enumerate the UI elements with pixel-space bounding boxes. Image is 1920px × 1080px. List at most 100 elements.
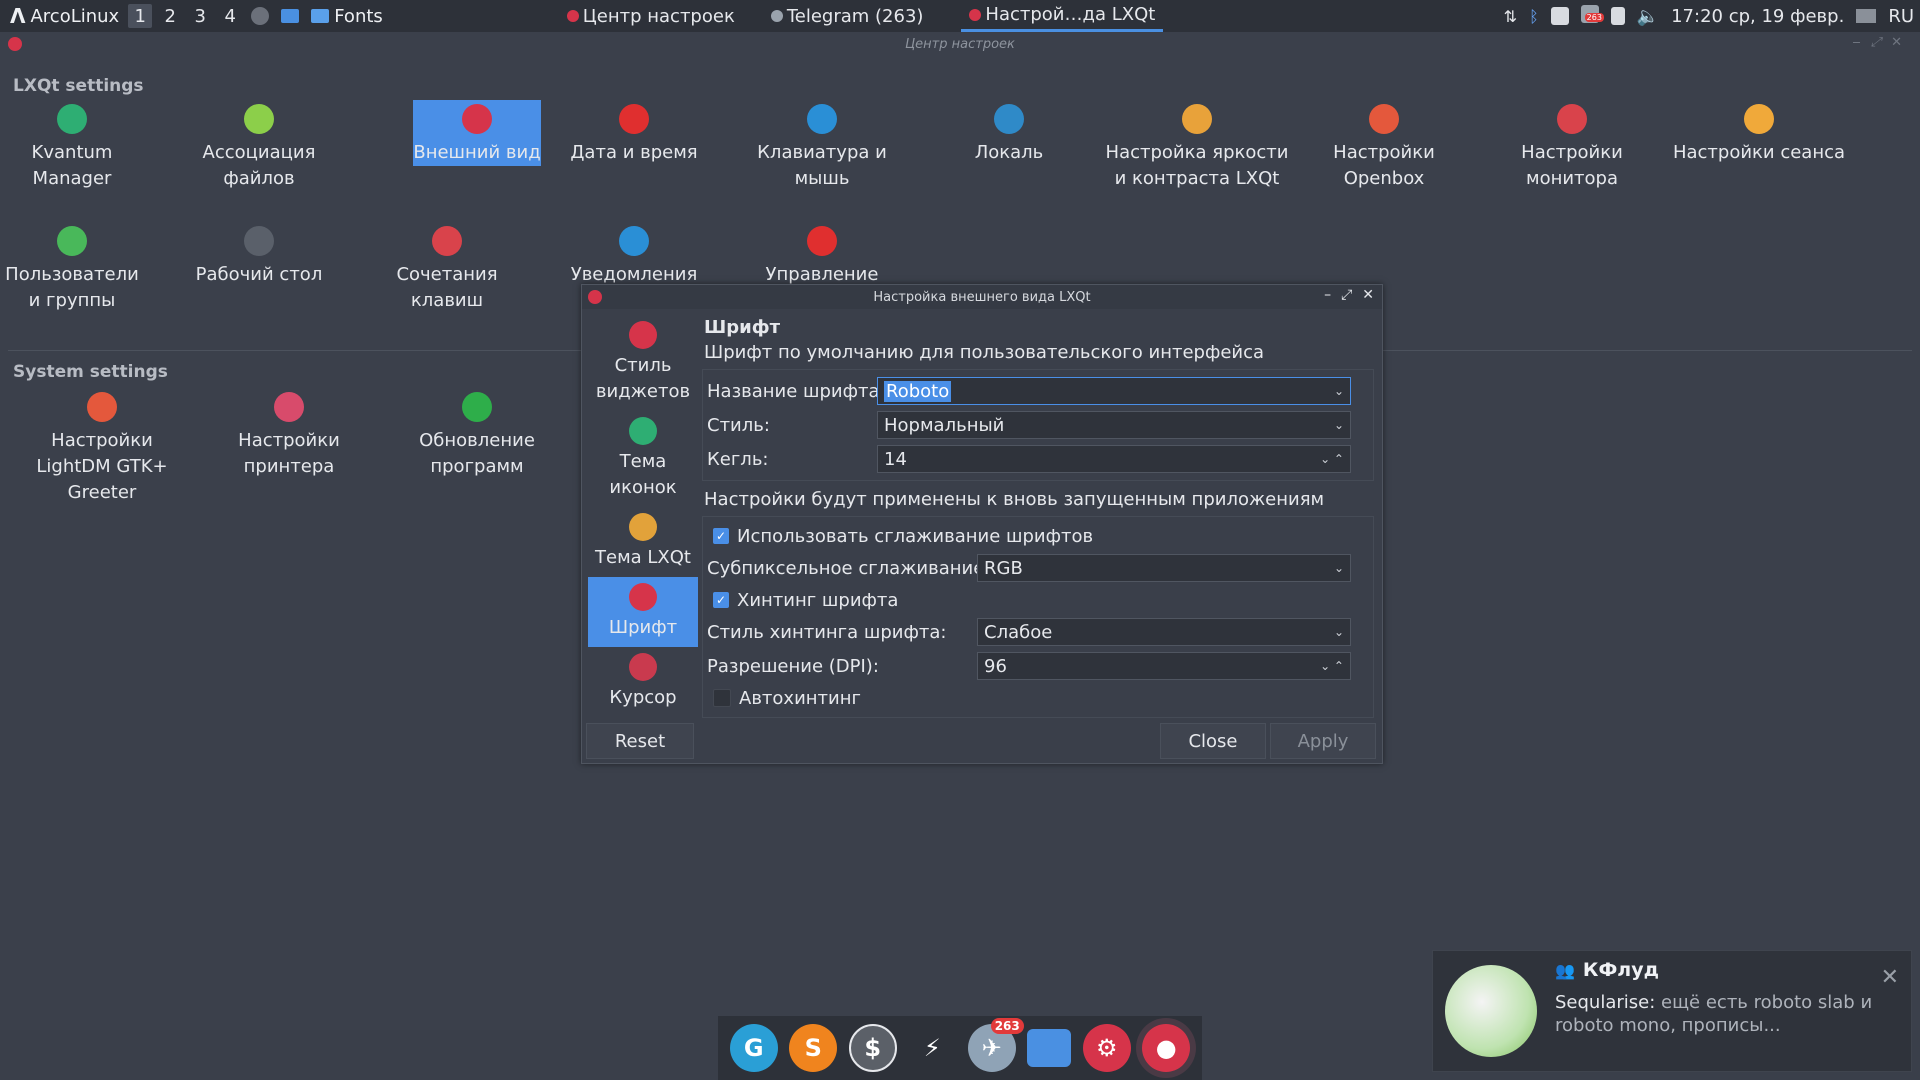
settings-tile[interactable]: Внешний вид bbox=[413, 100, 541, 166]
settings-tile[interactable]: Настройки сеанса bbox=[1664, 100, 1854, 166]
hinting-checkbox[interactable]: ✓ bbox=[713, 592, 729, 608]
sidebar-item-icon bbox=[629, 513, 657, 541]
settings-tile-label: Ассоциация файлов bbox=[202, 142, 316, 189]
size-spinbox[interactable]: 14 ⌄ ⌃ bbox=[877, 445, 1351, 473]
font-settings-panel: Шрифт Шрифт по умолчанию для пользовател… bbox=[702, 315, 1374, 725]
notification-popup[interactable]: 👥 КФлуд Seqularise: ещё есть roboto slab… bbox=[1432, 950, 1912, 1072]
dpi-spinbox[interactable]: 96 ⌄ ⌃ bbox=[977, 652, 1351, 680]
telegram-tray-icon[interactable]: 263 bbox=[1580, 4, 1604, 28]
autohint-checkbox[interactable] bbox=[713, 689, 731, 707]
apply-button[interactable]: Apply bbox=[1270, 723, 1376, 759]
sidebar-item[interactable]: Курсор bbox=[588, 647, 698, 717]
minimize-button[interactable]: – bbox=[1324, 287, 1331, 303]
settings-tile[interactable]: Настройки LightDM GTK+ Greeter bbox=[12, 388, 192, 506]
reset-button[interactable]: Reset bbox=[586, 723, 694, 759]
close-icon[interactable]: ✕ bbox=[1881, 965, 1899, 990]
spin-arrows-icon[interactable]: ⌄ ⌃ bbox=[1320, 659, 1344, 673]
subpixel-combobox[interactable]: RGB ⌄ bbox=[977, 554, 1351, 582]
sublime-launcher-icon[interactable]: S bbox=[789, 1024, 838, 1072]
sidebar-item-label: Шрифт bbox=[608, 617, 678, 638]
sidebar-item[interactable]: Тема иконок bbox=[588, 411, 698, 507]
settings-tile[interactable]: Пользователи и группы bbox=[2, 222, 142, 314]
workspace-1[interactable]: 1 bbox=[128, 4, 153, 28]
settings-tile-label: Настройка яркости и контраста LXQt bbox=[1105, 142, 1289, 189]
settings-tile-icon bbox=[244, 226, 274, 256]
desktop-icon[interactable] bbox=[1856, 9, 1877, 23]
settings-tile[interactable]: Рабочий стол bbox=[189, 222, 329, 288]
clock[interactable]: 17:20 ср, 19 февр. bbox=[1671, 6, 1844, 27]
settings-tile[interactable]: Обновление программ bbox=[407, 388, 547, 480]
settings-launcher-icon[interactable]: ⚙ bbox=[1082, 1024, 1131, 1072]
bluetooth-icon[interactable]: ᛒ bbox=[1529, 7, 1539, 26]
task-label: Telegram (263) bbox=[786, 5, 924, 27]
settings-tile[interactable]: Kvantum Manager bbox=[2, 100, 142, 192]
appearance-launcher-icon[interactable]: ● bbox=[1142, 1024, 1191, 1072]
tray-badge: 263 bbox=[1584, 12, 1604, 22]
spin-arrows-icon[interactable]: ⌄ ⌃ bbox=[1320, 452, 1344, 466]
window-controls[interactable]: ‒⤢✕ bbox=[1852, 35, 1912, 50]
workspace-4[interactable]: 4 bbox=[218, 4, 242, 28]
hint-style-combobox[interactable]: Слабое ⌄ bbox=[977, 618, 1351, 646]
file-manager-launcher[interactable] bbox=[275, 0, 305, 32]
settings-tile[interactable]: Уведомления bbox=[564, 222, 704, 288]
settings-tile[interactable]: Настройки монитора bbox=[1502, 100, 1642, 192]
task-appearance[interactable]: Настрой…да LXQt bbox=[961, 0, 1164, 32]
settings-tile[interactable]: Настройки Openbox bbox=[1314, 100, 1454, 192]
folder-icon bbox=[311, 9, 330, 23]
settings-tile[interactable]: Локаль bbox=[939, 100, 1079, 166]
settings-tile[interactable]: Клавиатура и мышь bbox=[752, 100, 892, 192]
sidebar-item-label: Стиль виджетов bbox=[595, 355, 691, 402]
clipboard-icon[interactable] bbox=[1610, 7, 1625, 25]
close-icon[interactable]: ✕ bbox=[1362, 287, 1374, 303]
font-name-combobox[interactable]: Roboto ⌄ bbox=[877, 377, 1351, 405]
settings-tile-label: Kvantum Manager bbox=[31, 142, 113, 189]
maximize-button[interactable]: ⤢ bbox=[1341, 287, 1352, 303]
volume-icon[interactable]: 🔈 bbox=[1637, 6, 1659, 27]
settings-tile[interactable]: Ассоциация файлов bbox=[189, 100, 329, 192]
screenshot-icon[interactable] bbox=[1550, 7, 1569, 25]
workspace-3[interactable]: 3 bbox=[188, 4, 212, 28]
font-group: Название шрифта: Roboto ⌄ Стиль: Нормаль… bbox=[702, 369, 1374, 481]
appearance-icon bbox=[969, 8, 982, 21]
style-combobox[interactable]: Нормальный ⌄ bbox=[877, 411, 1351, 439]
dialog-titlebar[interactable]: Настройка внешнего вида LXQt – ⤢ ✕ bbox=[582, 285, 1382, 309]
close-button[interactable]: Close bbox=[1160, 723, 1266, 759]
subpixel-value: RGB bbox=[984, 557, 1023, 579]
antialias-checkbox[interactable]: ✓ bbox=[713, 528, 729, 544]
settings-tile-label: Внешний вид bbox=[413, 142, 541, 163]
settings-tile[interactable]: Управление bbox=[752, 222, 892, 288]
notification-sender: Seqularise: bbox=[1555, 992, 1656, 1013]
dollar-launcher-icon[interactable]: $ bbox=[848, 1024, 897, 1072]
sidebar-item[interactable]: Тема LXQt bbox=[588, 507, 698, 577]
network-icon[interactable]: ⇅ bbox=[1504, 7, 1517, 26]
task-label: Настрой…да LXQt bbox=[985, 4, 1156, 25]
app-menu-button[interactable]: Λ ArcoLinux bbox=[0, 0, 125, 32]
file-manager-launcher-icon[interactable] bbox=[1027, 1029, 1072, 1067]
settings-tile[interactable]: Настройки принтера bbox=[219, 388, 359, 480]
system-tray: ⇅ ᛒ 263 🔈 17:20 ср, 19 февр. RU bbox=[1504, 0, 1920, 32]
power-launcher-icon[interactable]: ⚡ bbox=[908, 1024, 956, 1072]
sidebar-item[interactable]: Шрифт bbox=[588, 577, 698, 647]
task-telegram[interactable]: Telegram (263) bbox=[763, 0, 932, 32]
dollar-launcher[interactable] bbox=[245, 0, 275, 32]
app-menu-label: ArcoLinux bbox=[30, 5, 120, 27]
window-titlebar[interactable]: Центр настроек ‒⤢✕ bbox=[0, 32, 1920, 56]
task-settings-center[interactable]: Центр настроек bbox=[559, 0, 743, 32]
settings-tile-label: Обновление программ bbox=[419, 430, 535, 477]
lxqt-settings-icon bbox=[8, 37, 22, 51]
settings-tile-label: Настройки принтера bbox=[238, 430, 340, 477]
keyboard-layout[interactable]: RU bbox=[1888, 6, 1914, 27]
settings-tile-label: Дата и время bbox=[570, 142, 698, 163]
settings-tile[interactable]: Настройка яркости и контраста LXQt bbox=[1102, 100, 1292, 192]
sidebar-item[interactable]: Стиль виджетов bbox=[588, 315, 698, 411]
fonts-folder-launcher[interactable]: Fonts bbox=[305, 0, 389, 32]
size-value: 14 bbox=[884, 448, 907, 470]
settings-tile[interactable]: Дата и время bbox=[564, 100, 704, 166]
settings-tile[interactable]: Сочетания клавиш bbox=[377, 222, 517, 314]
dpi-label: Разрешение (DPI): bbox=[707, 655, 879, 677]
top-panel: Λ ArcoLinux 1 2 3 4 Fonts Центр настроек… bbox=[0, 0, 1920, 32]
telegram-launcher-icon[interactable]: ✈ 263 bbox=[967, 1018, 1024, 1072]
workspace-2[interactable]: 2 bbox=[158, 4, 182, 28]
gimp-launcher-icon[interactable]: G bbox=[729, 1024, 778, 1072]
sidebar-item-label: Курсор bbox=[609, 687, 677, 708]
